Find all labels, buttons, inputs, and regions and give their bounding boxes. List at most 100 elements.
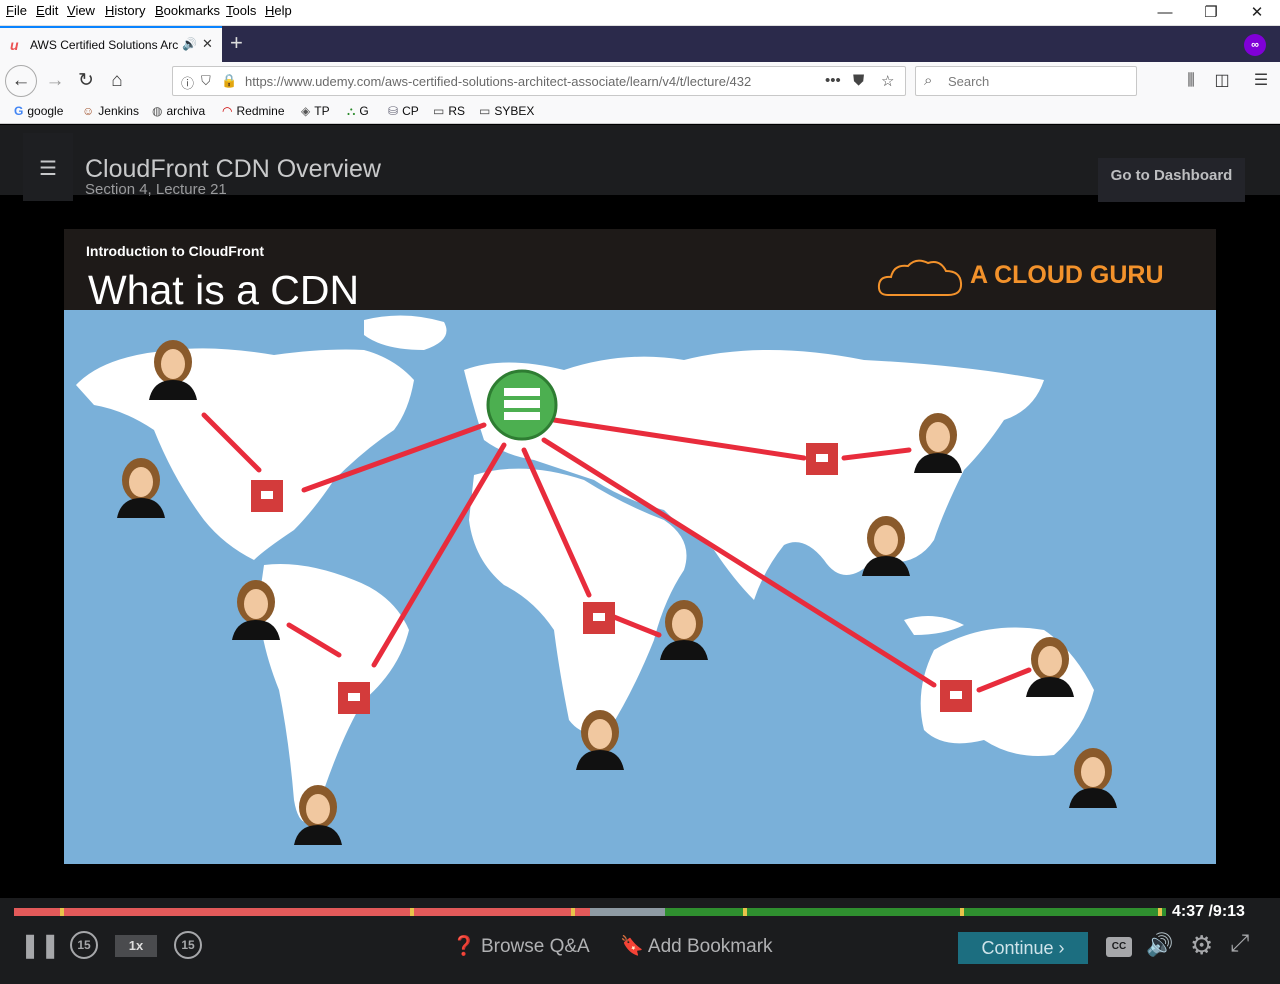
progress-buffered	[590, 908, 665, 916]
minimize-button[interactable]: —	[1150, 2, 1180, 24]
bookmark-marker[interactable]	[743, 908, 747, 916]
menu-edit[interactable]: Edit	[36, 3, 58, 18]
cloud-logo-icon	[877, 259, 963, 296]
captions-icon[interactable]: CC	[1106, 937, 1132, 957]
brand-name: A CLOUD GURU	[970, 261, 1164, 289]
bookmark-redmine[interactable]: ◠ Redmine	[222, 104, 285, 118]
bookmark-archiva[interactable]: ◍ archiva	[152, 104, 205, 118]
slide-intro: Introduction to CloudFront	[86, 243, 265, 259]
slide-title: What is a CDN	[88, 267, 360, 313]
menu-file[interactable]: File	[6, 3, 27, 18]
tab-strip: u AWS Certified Solutions Architect 🔊 ✕ …	[0, 26, 1280, 62]
bookmark-marker[interactable]	[960, 908, 964, 916]
url-bar[interactable]: ⓘ ⛉ 🔒 https://www.udemy.com/aws-certifie…	[172, 66, 906, 96]
bookmark-g[interactable]: ⛬ G	[347, 104, 369, 119]
bookmark-icon: 🔖	[620, 936, 644, 957]
bookmark-sybex[interactable]: ▭ SYBEX	[479, 104, 534, 118]
close-window-button[interactable]: ✕	[1242, 2, 1272, 24]
bookmark-marker[interactable]	[60, 908, 64, 916]
bookmark-star-icon[interactable]: ☆	[881, 72, 894, 90]
menu-help[interactable]: Help	[265, 3, 292, 18]
bookmark-cp[interactable]: ⛁ CP	[388, 104, 419, 118]
slide-header: Introduction to CloudFront What is a CDN…	[64, 229, 1216, 313]
sidebar-icon[interactable]: ◫	[1207, 66, 1237, 96]
page-actions-icon[interactable]: •••	[825, 72, 841, 89]
speaker-icon[interactable]: 🔊	[182, 37, 197, 51]
cp-icon: ⛁	[388, 104, 399, 118]
bookmark-rs[interactable]: ▭ RS	[433, 104, 465, 118]
url-text[interactable]: https://www.udemy.com/aws-certified-solu…	[245, 74, 793, 89]
bookmark-tp[interactable]: ◈ TP	[301, 104, 330, 118]
forward-15-button[interactable]: 15	[174, 931, 202, 959]
rewind-15-button[interactable]: 15	[70, 931, 98, 959]
settings-gear-icon[interactable]: ⚙	[1190, 930, 1213, 961]
bookmark-jenkins[interactable]: ☺ Jenkins	[82, 104, 139, 118]
home-button[interactable]: ⌂	[102, 66, 132, 96]
continents	[76, 315, 1094, 823]
menu-history[interactable]: History	[105, 3, 145, 18]
search-box[interactable]: ⌕ Search	[915, 66, 1137, 96]
time-total: /9:13	[1208, 903, 1245, 920]
udemy-favicon-icon: u	[10, 37, 19, 53]
jenkins-icon: ☺	[82, 104, 95, 118]
close-tab-icon[interactable]: ✕	[202, 36, 213, 52]
open-menu-icon[interactable]: ☰	[1246, 66, 1276, 96]
video-frame[interactable]: Introduction to CloudFront What is a CDN…	[64, 229, 1216, 864]
info-icon[interactable]: ⓘ	[181, 73, 194, 92]
time-current: 4:37	[1172, 903, 1205, 920]
bookmark-marker[interactable]	[1158, 908, 1162, 916]
user-icon	[1069, 748, 1117, 808]
forward-button[interactable]: →	[40, 66, 70, 96]
lecture-subtitle: Section 4, Lecture 21	[85, 181, 227, 198]
pocket-icon[interactable]: ⛊	[853, 72, 864, 89]
question-icon: ❓	[452, 936, 476, 957]
browse-qa-label: Browse Q&A	[480, 936, 590, 957]
lecture-title: CloudFront CDN Overview	[85, 155, 381, 183]
bookmark-google[interactable]: Ggoogle	[14, 104, 63, 118]
pause-button[interactable]: ❚❚	[20, 931, 60, 960]
lock-icon: 🔒	[221, 73, 238, 88]
new-tab-button[interactable]: +	[230, 30, 243, 56]
continue-button[interactable]: Continue ›	[958, 932, 1088, 964]
library-icon[interactable]: ⫼	[1176, 66, 1206, 96]
add-bookmark-button[interactable]: 🔖 Add Bookmark	[620, 934, 773, 958]
user-icon	[117, 458, 165, 518]
menu-bar: File Edit View History Bookmarks Tools H…	[0, 0, 1280, 26]
g-icon: ⛬	[347, 104, 356, 118]
tab-title: AWS Certified Solutions Architect	[30, 38, 178, 52]
shield-icon[interactable]: ⛉	[201, 73, 211, 89]
bookmark-marker[interactable]	[571, 908, 575, 916]
browse-qa-button[interactable]: ❓ Browse Q&A	[450, 934, 590, 958]
menu-tools[interactable]: Tools	[226, 3, 256, 18]
add-bookmark-label: Add Bookmark	[647, 936, 773, 957]
playback-speed-button[interactable]: 1x	[115, 935, 157, 957]
tab-active[interactable]: u AWS Certified Solutions Architect 🔊 ✕	[0, 26, 222, 62]
search-icon: ⌕	[924, 72, 933, 89]
fullscreen-icon[interactable]: ⤢	[1230, 930, 1249, 958]
time-display: 4:37 /9:13	[1172, 903, 1245, 921]
chevron-right-icon: ›	[1058, 938, 1065, 958]
origin-server-icon	[486, 369, 558, 441]
continue-label: Continue	[981, 938, 1054, 958]
restore-button[interactable]: ❐	[1196, 2, 1226, 24]
folder-icon: ▭	[433, 104, 445, 118]
archiva-icon: ◍	[152, 104, 163, 118]
navigation-bar: ← → ↻ ⌂ ⓘ ⛉ 🔒 https://www.udemy.com/aws-…	[0, 62, 1280, 100]
volume-icon[interactable]: 🔊	[1146, 932, 1173, 958]
reload-button[interactable]: ↻	[71, 66, 101, 96]
search-placeholder: Search	[948, 74, 990, 89]
user-icon	[660, 600, 708, 660]
progress-played	[14, 908, 590, 916]
curriculum-menu-icon[interactable]: ☰	[23, 133, 73, 201]
menu-view[interactable]: View	[67, 3, 95, 18]
redmine-icon: ◠	[222, 104, 233, 118]
google-icon: G	[14, 104, 24, 118]
menu-bookmarks[interactable]: Bookmarks	[155, 3, 220, 18]
back-button[interactable]: ←	[5, 65, 37, 97]
private-mask-icon: ∞	[1244, 34, 1266, 56]
bookmark-marker[interactable]	[410, 908, 414, 916]
tp-icon: ◈	[301, 104, 311, 118]
folder-icon: ▭	[479, 104, 491, 118]
world-map	[76, 315, 1117, 845]
go-to-dashboard-button[interactable]: Go to Dashboard	[1098, 158, 1245, 202]
